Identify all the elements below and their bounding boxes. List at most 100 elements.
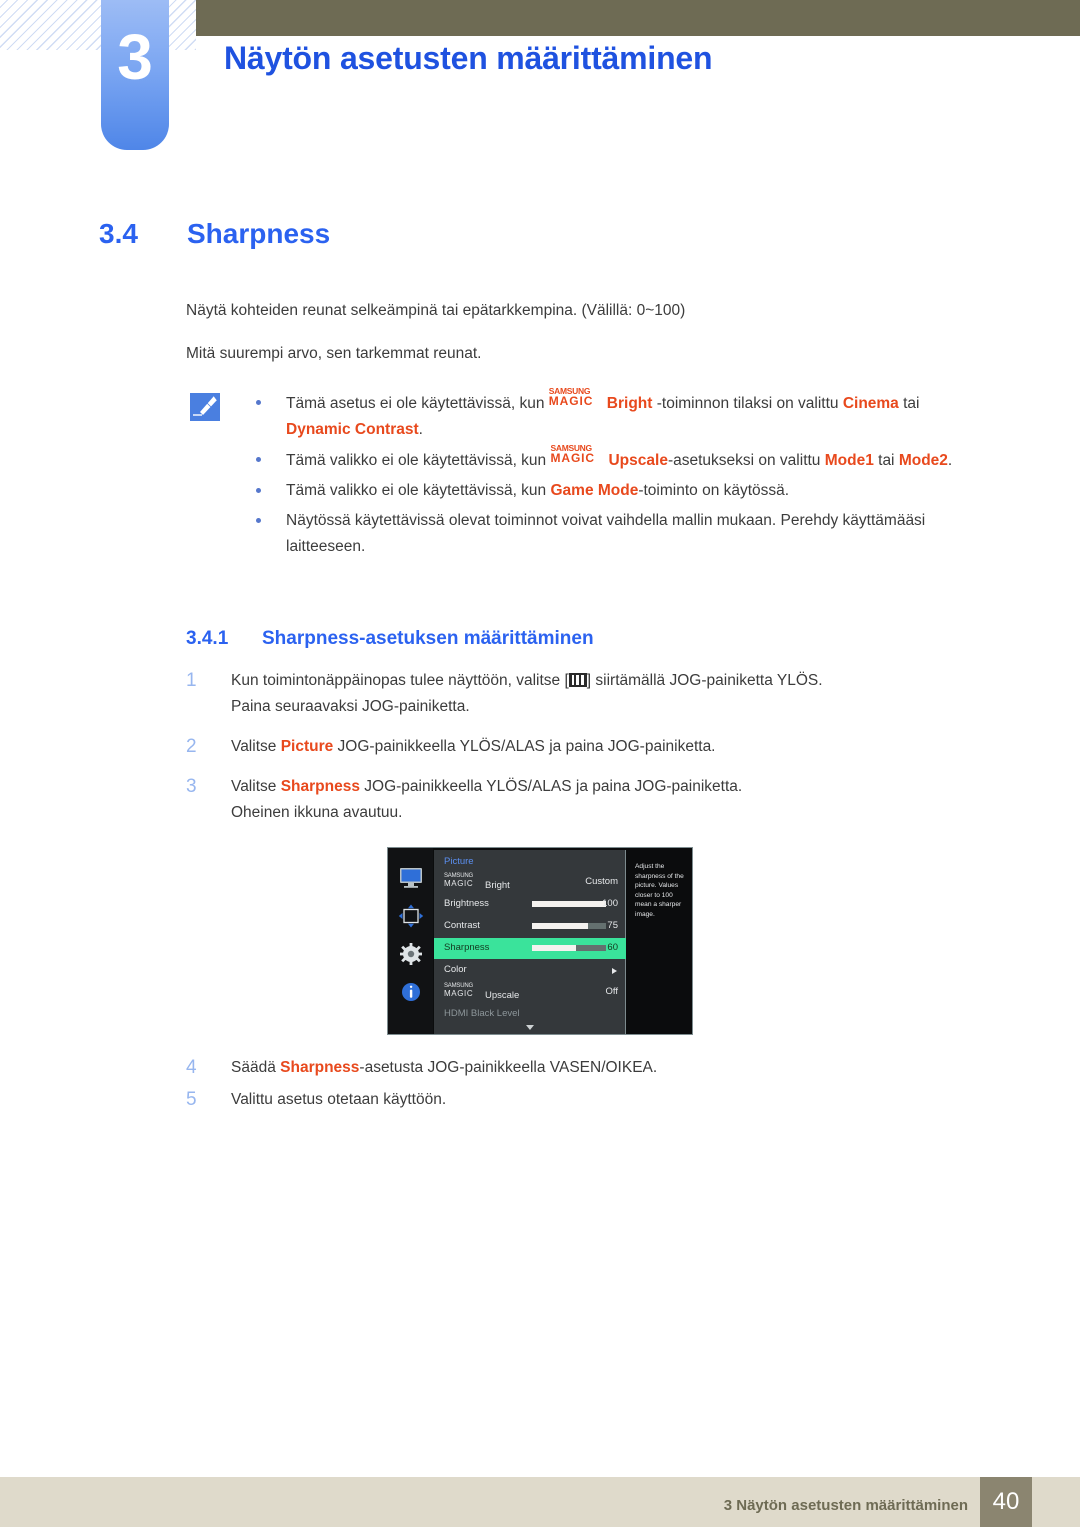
osd-menu-panel: Picture SAMSUNG MAGIC Bright Custom Bright… (434, 850, 626, 1034)
osd-slider[interactable] (532, 923, 606, 929)
osd-slider-fill (532, 945, 577, 951)
osd-row-label: SAMSUNG MAGIC Bright (444, 873, 510, 891)
osd-row-label: Brightness (444, 898, 489, 909)
osd-row-sharpness[interactable]: Sharpness 60 (434, 938, 626, 959)
bullet-text-pre: Tämä asetus ei ole käytettävissä, kun (286, 395, 549, 412)
highlight-2: Mode2 (898, 452, 948, 469)
list-item: 3 Valitse Sharpness JOG-painikkeella YLÖ… (186, 774, 986, 826)
osd-row-label: SAMSUNG MAGIC Upscale (444, 983, 520, 1001)
osd-row-magicbright[interactable]: SAMSUNG MAGIC Bright Custom (434, 872, 626, 893)
move-arrows-icon[interactable] (398, 904, 424, 928)
samsung-magic-logo: SAMSUNG MAGIC (444, 873, 485, 888)
samsung-magic-logo: SAMSUNG MAGIC (444, 983, 485, 998)
step-text-a: Kun toimintonäppäinopas tulee näyttöön, … (231, 672, 569, 689)
bullet-text-pre: Tämä valikko ei ole käytettävissä, kun (286, 482, 551, 499)
list-item: 1 Kun toimintonäppäinopas tulee näyttöön… (186, 668, 986, 720)
highlight-1: Game Mode (550, 482, 639, 499)
samsung-magic-logo: SAMSUNG MAGIC (550, 444, 608, 466)
osd-row-value: 75 (607, 920, 618, 931)
bullet-text-post: . (947, 452, 953, 469)
document-page: 3 Näytön asetusten määrittäminen 3.4 Shar… (0, 0, 1080, 1527)
bullet-text-pre: Näytössä käytettävissä olevat toiminnot … (286, 512, 926, 555)
osd-slider[interactable] (532, 901, 606, 907)
samsung-magic-logo: SAMSUNG MAGIC (548, 387, 607, 409)
chevron-down-icon[interactable] (525, 1025, 534, 1030)
bullet-dot (256, 488, 261, 493)
bullet-text-post: -toiminto on käytössä. (638, 482, 790, 499)
osd-row-contrast[interactable]: Contrast 75 (434, 916, 626, 937)
magic-bottom: MAGIC (550, 451, 595, 465)
osd-slider[interactable] (532, 945, 606, 951)
chapter-title: Näytön asetusten määrittäminen (224, 40, 713, 76)
osd-row-label: Contrast (444, 920, 480, 931)
subsection-number: 3.4.1 (186, 628, 229, 649)
step-number: 3 (186, 776, 197, 797)
list-item: Näytössä käytettävissä olevat toiminnot … (246, 508, 986, 560)
osd-icon-rail (388, 848, 433, 1034)
subsection-title: Sharpness-asetuksen määrittäminen (262, 628, 594, 649)
list-item: 4 Säädä Sharpness-asetusta JOG-painikkee… (186, 1055, 986, 1081)
osd-row-color[interactable]: Color (434, 960, 626, 981)
osd-screenshot: Picture SAMSUNG MAGIC Bright Custom Bright… (387, 847, 693, 1035)
chapter-number: 3 (117, 21, 153, 93)
info-icon[interactable] (398, 980, 424, 1004)
bullet-text-post: . (418, 421, 423, 438)
osd-row-label: Sharpness (444, 942, 490, 953)
bullet-dot (256, 400, 261, 405)
step-text-b: ] siirtämällä JOG-painiketta YLÖS. (586, 672, 823, 689)
step-text-b: -asetusta JOG-painikkeella VASEN/OIKEA. (359, 1059, 658, 1076)
osd-row-hdmi-black-level[interactable]: HDMI Black Level (434, 1004, 626, 1025)
page-number: 40 (992, 1488, 1020, 1515)
brand-word: Upscale (608, 452, 668, 469)
osd-row-label: Color (444, 964, 467, 975)
bullet-text-mid: -asetukseksi on valittu (667, 452, 825, 469)
step-subtext: Oheinen ikkuna avautuu. (231, 804, 403, 821)
list-item: 2 Valitse Picture JOG-painikkeella YLÖS/… (186, 734, 986, 760)
highlight-2: Dynamic Contrast (286, 421, 419, 438)
osd-help-text: Adjust the sharpness of the picture. Val… (635, 863, 684, 918)
step-text-a: Valitse (231, 738, 281, 755)
step-highlight: Picture (280, 738, 334, 755)
footer-text: 3 Näytön asetusten määrittäminen (723, 1497, 968, 1514)
header-olive-bar (196, 0, 1080, 36)
steps-list-upper: 1 Kun toimintonäppäinopas tulee näyttöön… (186, 668, 986, 840)
osd-help-panel: Adjust the sharpness of the picture. Val… (628, 850, 692, 1034)
osd-slider-fill (532, 901, 606, 907)
osd-slider-fill (532, 923, 588, 929)
step-text-b: JOG-painikkeella YLÖS/ALAS ja paina JOG-… (333, 738, 716, 755)
osd-row-brightness[interactable]: Brightness 100 (434, 894, 626, 915)
step-subtext: Paina seuraavaksi JOG-painiketta. (231, 698, 470, 715)
section-number: 3.4 (99, 218, 138, 249)
intro-paragraph-1: Näytä kohteiden reunat selkeämpinä tai e… (186, 302, 686, 319)
osd-row-word: Bright (485, 880, 510, 891)
steps-list-lower: 4 Säädä Sharpness-asetusta JOG-painikkee… (186, 1055, 986, 1127)
section-title: Sharpness (187, 218, 331, 249)
osd-row-value: Off (605, 986, 619, 997)
step-number: 5 (186, 1089, 197, 1110)
step-text-a: Säädä (231, 1059, 281, 1076)
list-item: Tämä asetus ei ole käytettävissä, kun SA… (246, 387, 986, 443)
bullet-dot (256, 457, 261, 462)
chevron-right-icon (612, 968, 617, 974)
osd-row-value: Custom (585, 876, 618, 887)
menu-bars-icon (568, 673, 587, 687)
subsection-heading: 3.4.1 Sharpness-asetuksen määrittäminen (186, 628, 594, 650)
magic-bottom: MAGIC (444, 989, 474, 998)
gear-icon[interactable] (398, 942, 424, 966)
magic-bottom: MAGIC (444, 879, 474, 888)
osd-row-value: 60 (607, 942, 618, 953)
list-item: Tämä valikko ei ole käytettävissä, kun S… (246, 444, 986, 474)
osd-row-word: Upscale (485, 990, 520, 1001)
osd-row-label: HDMI Black Level (444, 1008, 520, 1019)
osd-menu-title: Picture (444, 856, 474, 867)
highlight-1: Mode1 (824, 452, 874, 469)
step-number: 4 (186, 1057, 197, 1078)
step-highlight: Sharpness (280, 778, 360, 795)
osd-row-magicupscale[interactable]: SAMSUNG MAGIC Upscale Off (434, 982, 626, 1003)
monitor-icon[interactable] (398, 866, 424, 890)
step-number: 1 (186, 670, 197, 691)
step-highlight: Sharpness (280, 1059, 360, 1076)
note-bullet-list: Tämä asetus ei ole käytettävissä, kun SA… (246, 387, 986, 564)
magic-bottom: MAGIC (548, 394, 594, 408)
bullet-text-pre: Tämä valikko ei ole käytettävissä, kun (286, 452, 551, 469)
